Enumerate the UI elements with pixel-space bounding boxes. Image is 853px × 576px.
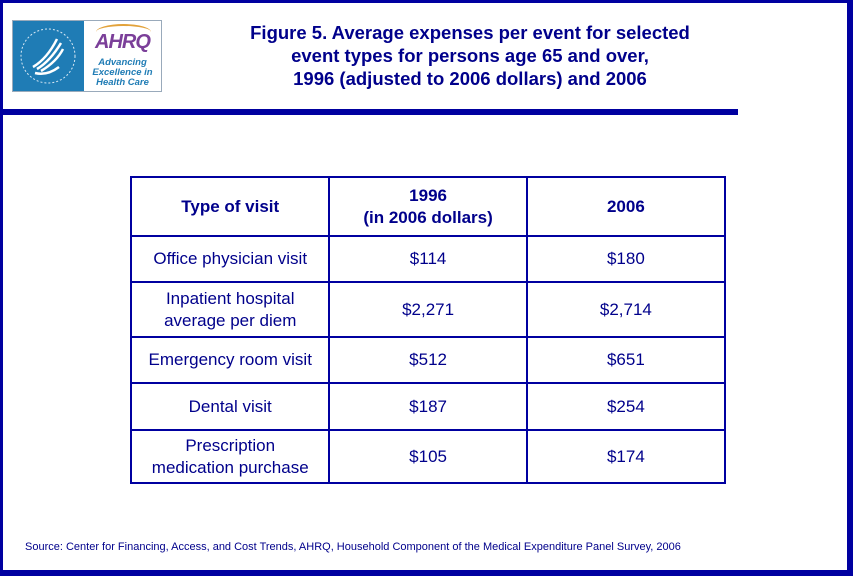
cell-line: Prescription	[185, 435, 276, 455]
cell-line: average per diem	[164, 310, 297, 330]
table-row: Office physician visit $114 $180	[129, 235, 727, 283]
header-line: (in 2006 dollars)	[363, 207, 493, 227]
cell-1996: $2,271	[328, 281, 528, 338]
ahrq-logo: AHRQ Advancing Excellence in Health Care	[12, 20, 162, 92]
cell-type: Prescription medication purchase	[129, 429, 331, 484]
title-divider	[0, 109, 738, 115]
title-line: 1996 (adjusted to 2006 dollars) and 2006	[293, 68, 647, 89]
cell-line: Emergency room visit	[148, 350, 312, 369]
cell-line: Dental visit	[188, 396, 272, 416]
table-header-row: Type of visit 1996 (in 2006 dollars) 200…	[129, 176, 727, 237]
expenses-table: Type of visit 1996 (in 2006 dollars) 200…	[129, 176, 727, 484]
cell-2006: $254	[525, 382, 727, 431]
cell-2006: $651	[525, 336, 727, 384]
cell-2006: $180	[525, 235, 727, 283]
cell-line: medication purchase	[151, 457, 309, 477]
title-line: event types for persons age 65 and over,	[291, 45, 649, 66]
cell-1996: $105	[328, 429, 528, 484]
table-row: Emergency room visit $512 $651	[129, 336, 727, 384]
cell-1996: $114	[328, 235, 528, 283]
table-row: Dental visit $187 $254	[129, 382, 727, 431]
table-row: Inpatient hospital average per diem $2,2…	[129, 281, 727, 338]
cell-type: Office physician visit	[129, 235, 331, 283]
ahrq-brand: AHRQ Advancing Excellence in Health Care	[84, 21, 161, 91]
cell-2006: $2,714	[525, 281, 727, 338]
cell-2006: $174	[525, 429, 727, 484]
cell-1996: $187	[328, 382, 528, 431]
header-1996: 1996 (in 2006 dollars)	[328, 176, 528, 237]
cell-1996: $512	[328, 336, 528, 384]
hhs-seal	[13, 21, 84, 91]
cell-line: Office physician visit	[153, 249, 308, 268]
source-note: Source: Center for Financing, Access, an…	[25, 541, 681, 553]
header-2006: 2006	[525, 176, 727, 237]
ahrq-tagline: Advancing Excellence in Health Care	[84, 58, 161, 88]
cell-type: Inpatient hospital average per diem	[129, 281, 331, 338]
title-line: Figure 5. Average expenses per event for…	[250, 22, 690, 43]
hhs-eagle-icon	[20, 28, 76, 84]
cell-type: Dental visit	[129, 382, 331, 431]
tagline-line: Health Care	[96, 77, 149, 88]
table-row: Prescription medication purchase $105 $1…	[129, 429, 727, 484]
cell-line: Inpatient hospital	[165, 288, 295, 308]
cell-type: Emergency room visit	[129, 336, 331, 384]
ahrq-wordmark: AHRQ	[95, 31, 151, 53]
figure-title: Figure 5. Average expenses per event for…	[200, 21, 740, 90]
header-line: 1996	[409, 185, 447, 205]
header-type-of-visit: Type of visit	[129, 176, 331, 237]
